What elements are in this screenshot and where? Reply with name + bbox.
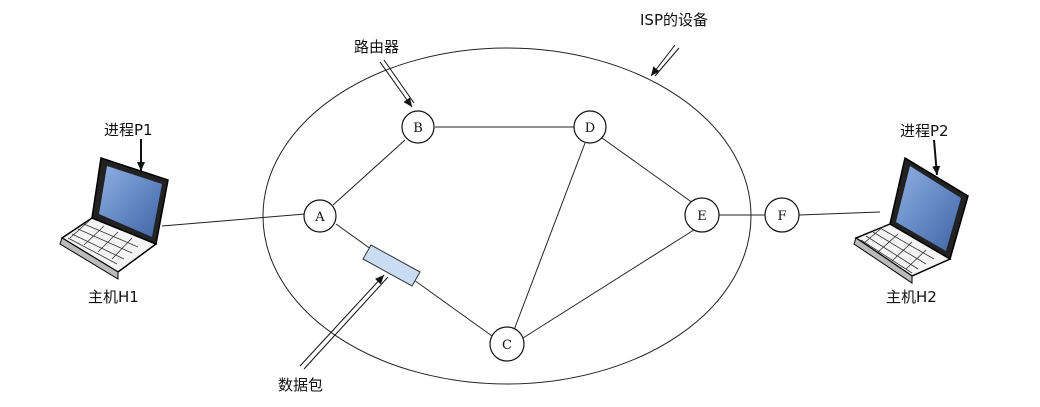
router-node-a: A bbox=[303, 199, 337, 233]
process-p1-label: 进程P1 bbox=[104, 121, 153, 139]
arrow-p2 bbox=[932, 139, 941, 176]
link-c-e bbox=[522, 227, 698, 339]
link-f-h2 bbox=[798, 211, 881, 216]
router-node-f: F bbox=[764, 197, 800, 233]
router-node-c: C bbox=[489, 326, 525, 362]
arrow-isp bbox=[650, 44, 676, 77]
host-h2-label: 主机H2 bbox=[886, 288, 937, 306]
arrow-packet bbox=[299, 274, 385, 367]
node-label-e: E bbox=[697, 209, 707, 224]
links bbox=[161, 126, 881, 339]
link-d-c bbox=[513, 142, 586, 331]
diagram-canvas: A B C D E F ISP的设备 路由器 进程P1 进程P2 主机H1 主机… bbox=[59, 11, 969, 394]
router-node-d: D bbox=[573, 110, 607, 144]
node-label-f: F bbox=[777, 209, 786, 224]
node-label-d: D bbox=[585, 121, 595, 136]
node-label-c: C bbox=[502, 338, 512, 353]
host-h1-label: 主机H1 bbox=[88, 288, 139, 306]
isp-equipment-label: ISP的设备 bbox=[640, 11, 708, 29]
process-p2-label: 进程P2 bbox=[900, 122, 949, 140]
arrow-router bbox=[379, 61, 413, 108]
node-label-a: A bbox=[314, 210, 325, 225]
node-label-b: B bbox=[413, 121, 423, 136]
link-d-e bbox=[601, 137, 694, 204]
pointer-arrows bbox=[137, 44, 941, 370]
laptop-h2-icon bbox=[853, 156, 969, 284]
packet-icon bbox=[362, 244, 421, 287]
laptop-h1-icon bbox=[59, 157, 169, 280]
router-node-e: E bbox=[684, 197, 720, 233]
router-node-b: B bbox=[401, 110, 435, 144]
packet-label: 数据包 bbox=[278, 376, 323, 394]
link-h1-a bbox=[161, 213, 306, 227]
network-diagram: A B C D E F ISP的设备 路由器 进程P1 进程P2 主机H1 主机… bbox=[0, 0, 1040, 407]
link-a-b bbox=[332, 139, 406, 206]
router-label: 路由器 bbox=[354, 38, 399, 56]
